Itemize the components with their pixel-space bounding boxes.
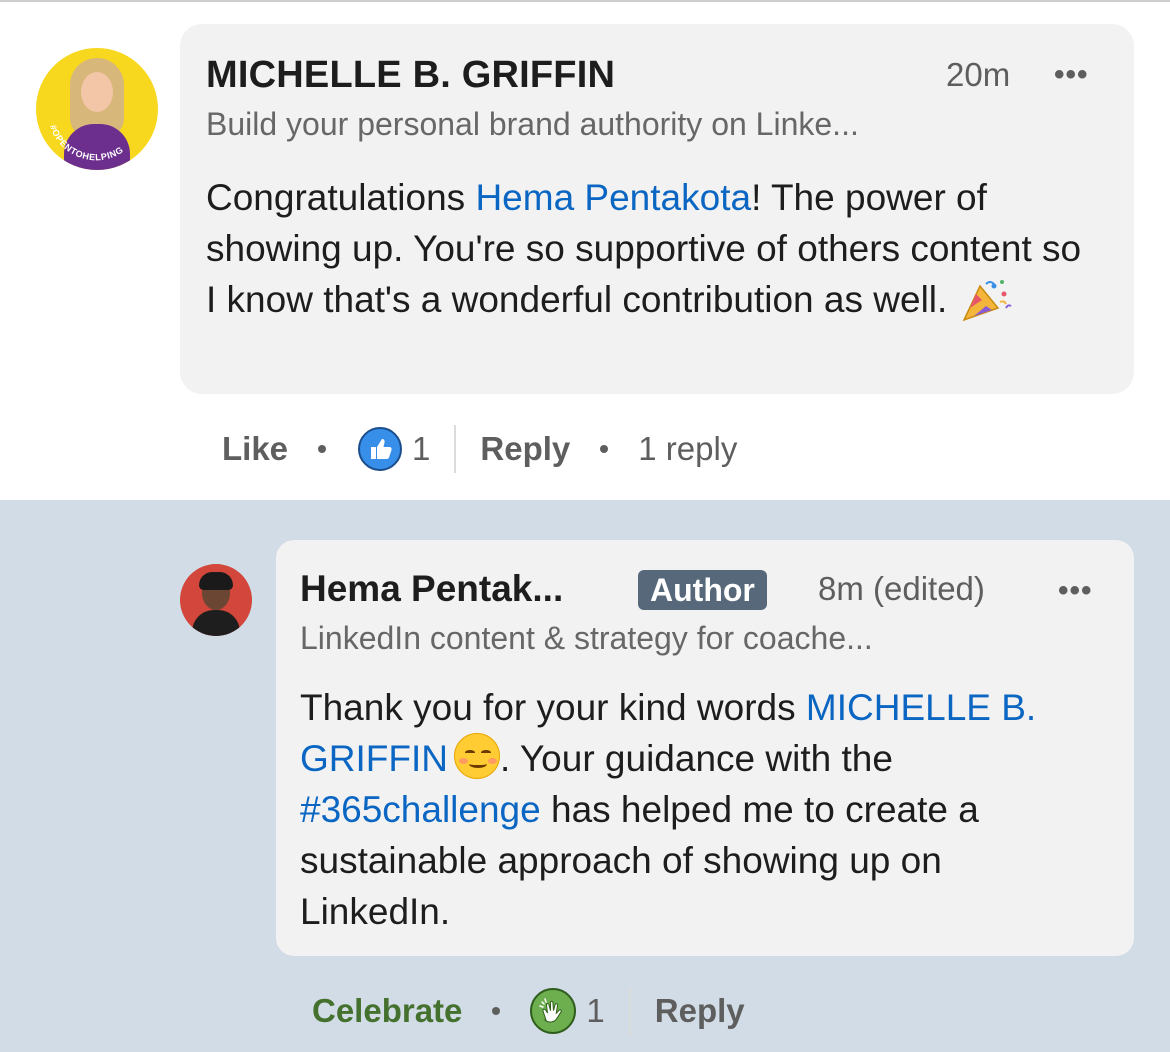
emoji-mouth: [468, 760, 487, 768]
vertical-divider: [454, 425, 457, 473]
separator-dot: [600, 445, 609, 453]
reply-text-prefix: Thank you for your kind words: [300, 687, 806, 728]
reply-author-name[interactable]: Hema Pentak...: [300, 568, 563, 610]
hashtag-link[interactable]: #365challenge: [300, 789, 541, 830]
emoji-eye: [464, 750, 475, 755]
smiling-face-emoji-icon: [453, 733, 500, 779]
like-button[interactable]: Like: [222, 430, 288, 468]
reply-button[interactable]: Reply: [480, 430, 570, 468]
more-options-icon[interactable]: •••: [1054, 58, 1089, 92]
comment-thread-item: #OPENTOHELPING MICHELLE B. GRIFFIN 20m •…: [0, 2, 1170, 500]
author-badge: Author: [638, 570, 767, 610]
reply-thread-item: Hema Pentak... Author 8m (edited) ••• Li…: [0, 500, 1170, 1052]
comment-author-name[interactable]: MICHELLE B. GRIFFIN: [206, 54, 615, 97]
comment-text-prefix: Congratulations: [206, 177, 476, 218]
comment-bubble: MICHELLE B. GRIFFIN 20m ••• Build your p…: [180, 24, 1134, 394]
separator-dot: [492, 1007, 501, 1015]
thumbs-up-icon[interactable]: [358, 427, 403, 471]
reply-timestamp: 8m (edited): [818, 570, 985, 607]
avatar[interactable]: [180, 564, 252, 636]
comment-author-headline: Build your personal brand authority on L…: [206, 106, 859, 142]
reply-button[interactable]: Reply: [655, 992, 745, 1030]
celebrate-button[interactable]: Celebrate: [312, 992, 462, 1030]
comment-text: Congratulations Hema Pentakota! The powe…: [206, 172, 1086, 325]
separator-dot: [318, 445, 327, 453]
vertical-divider: [628, 987, 631, 1035]
reaction-count[interactable]: 1: [412, 430, 430, 468]
replies-count-link[interactable]: 1 reply: [638, 430, 737, 468]
emoji-blush: [487, 758, 497, 764]
avatar-hair: [199, 572, 233, 590]
avatar-body: [192, 610, 240, 636]
reply-author-headline: LinkedIn content & strategy for coache..…: [300, 620, 873, 656]
avatar-ring-label: #OPENTOHELPING: [48, 123, 125, 162]
comment-timestamp: 20m: [946, 56, 1011, 93]
emoji-eye: [480, 750, 491, 755]
comment-actions-bar: Like 1 Reply 1 reply: [222, 424, 737, 474]
mention-link[interactable]: Hema Pentakota: [475, 177, 751, 218]
avatar[interactable]: #OPENTOHELPING: [36, 48, 158, 170]
more-options-icon[interactable]: •••: [1058, 574, 1093, 608]
reply-bubble: Hema Pentak... Author 8m (edited) ••• Li…: [276, 540, 1134, 956]
reaction-count[interactable]: 1: [586, 992, 604, 1030]
party-popper-emoji-icon: [958, 278, 1012, 322]
svg-text:#OPENTOHELPING: #OPENTOHELPING: [48, 123, 125, 162]
clapping-hands-icon[interactable]: [530, 988, 577, 1034]
reply-text-middle: . Your guidance with the: [499, 738, 893, 779]
emoji-blush: [458, 758, 468, 764]
reply-actions-bar: Celebrate 1 Reply: [312, 986, 745, 1036]
reply-text: Thank you for your kind words MICHELLE B…: [300, 682, 1100, 937]
